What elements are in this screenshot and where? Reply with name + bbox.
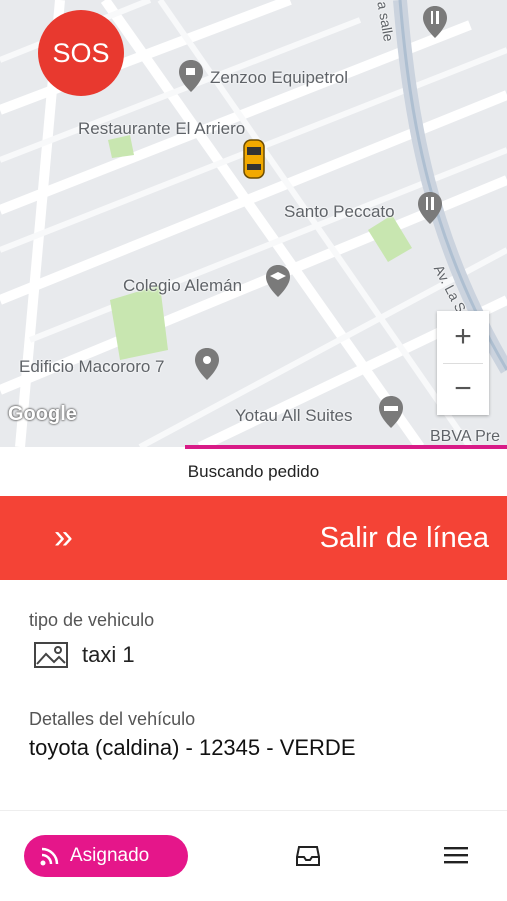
go-offline-label: Salir de línea [319,522,489,554]
restaurant-icon[interactable] [417,192,443,224]
taxi-icon [243,139,265,179]
sos-button[interactable]: SOS [38,10,124,96]
zoom-in-button[interactable]: + [437,311,489,363]
hotel-icon[interactable] [378,396,404,428]
chevron-double-right-icon: » [54,518,73,556]
menu-icon[interactable] [444,845,468,865]
image-icon [34,642,68,668]
progress-bar [185,445,507,449]
zoom-controls: + − [437,311,489,415]
zoom-out-button[interactable]: − [437,363,489,415]
restaurant-icon[interactable] [422,6,448,38]
inbox-icon[interactable] [296,845,320,867]
cafe-icon[interactable] [178,60,204,92]
poi-label[interactable]: Restaurante El Arriero [78,119,245,139]
go-offline-button[interactable]: » Salir de línea [0,496,507,580]
assigned-label: Asignado [70,845,150,866]
status-text: Buscando pedido [187,462,320,481]
bottom-bar: Asignado [0,810,507,901]
assigned-button[interactable]: Asignado [24,835,188,877]
vehicle-details-label: Detalles del vehículo [29,709,196,729]
vehicle-details-value: toyota (caldina) - 12345 - VERDE [29,735,356,760]
vehicle-type: taxi 1 [34,642,135,668]
school-icon[interactable] [265,265,291,297]
poi-label[interactable]: Edificio Macororo 7 [19,357,165,377]
signal-icon [40,847,59,866]
poi-label[interactable]: Colegio Alemán [123,276,242,296]
vehicle-type-value: taxi 1 [82,642,135,667]
divider [443,363,483,364]
poi-label[interactable]: BBVA Pre [430,428,500,446]
vehicle-type-label: tipo de vehiculo [29,610,155,630]
poi-label[interactable]: Zenzoo Equipetrol [210,68,348,88]
poi-label[interactable]: Yotau All Suites [235,406,353,426]
place-icon[interactable] [194,348,220,380]
poi-label[interactable]: Santo Peccato [284,202,395,222]
map-view[interactable]: Zenzoo Equipetrol Restaurante El Arriero… [0,0,507,447]
google-logo: Google [8,403,77,425]
